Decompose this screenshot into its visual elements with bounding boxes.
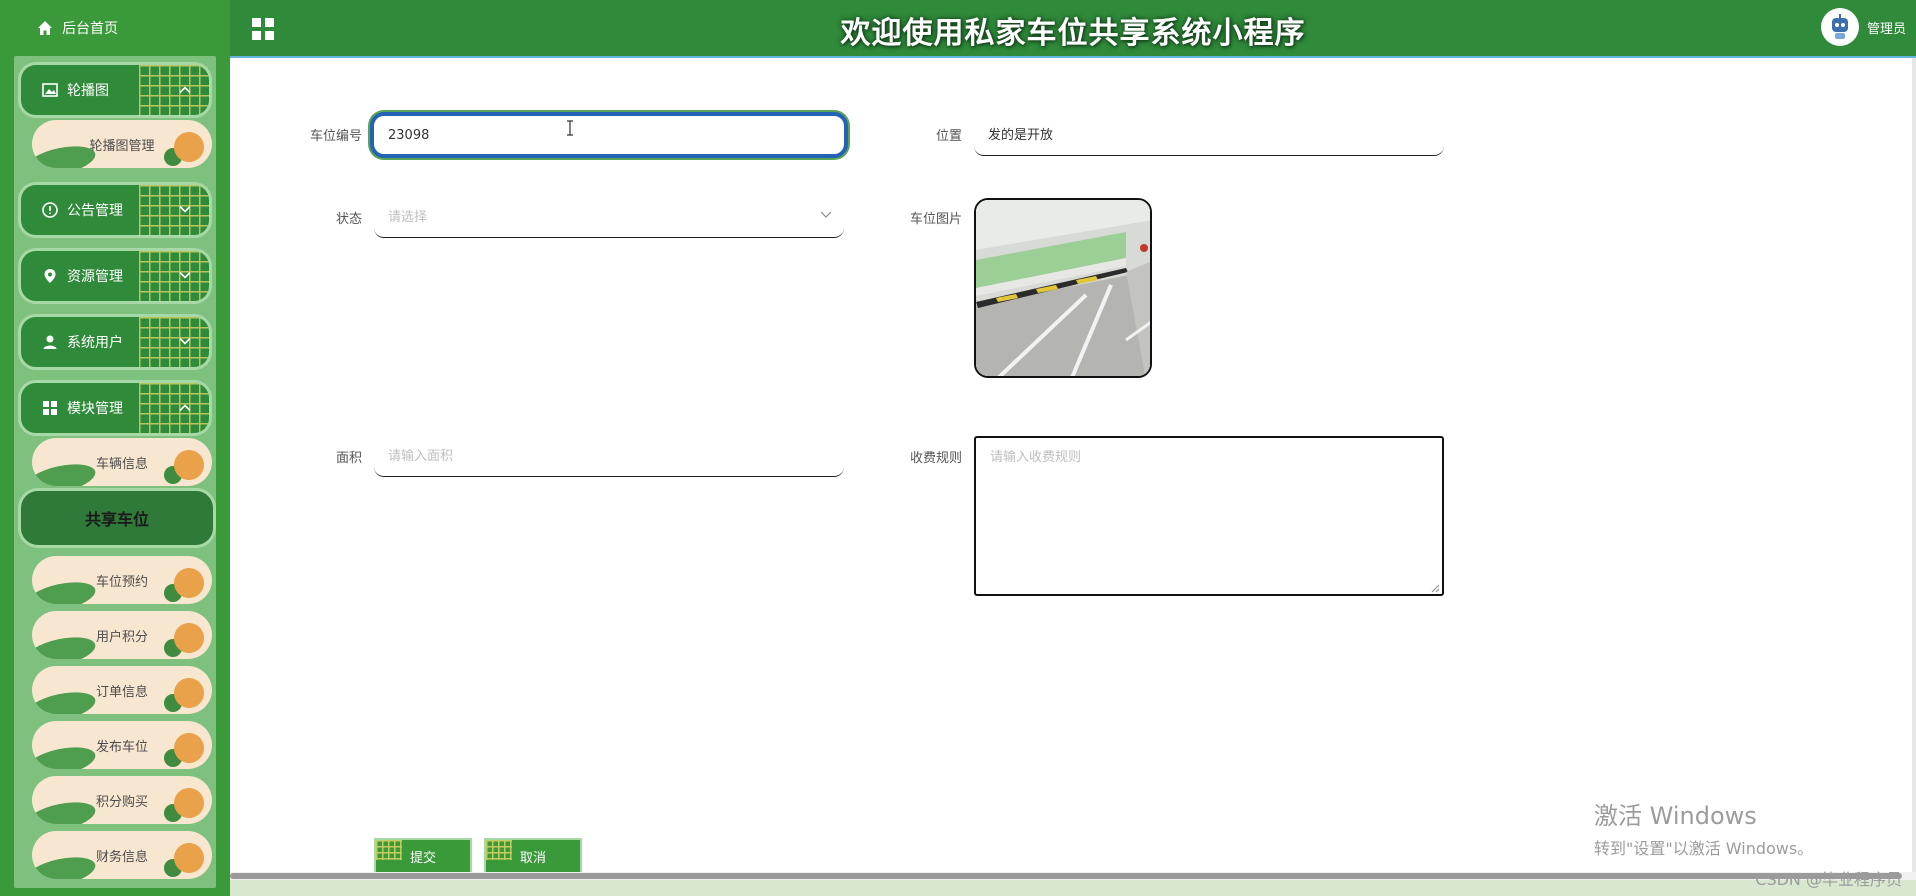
sidebar-group-label: 模块管理 xyxy=(67,401,123,417)
space-number-input[interactable]: 23098 xyxy=(370,112,848,158)
label-space-number: 车位编号 xyxy=(309,129,362,144)
location-input[interactable]: 发的是开放 xyxy=(974,112,1444,156)
sidebar-item-reservations[interactable]: 车位预约 xyxy=(32,556,212,604)
sidebar-group-label: 资源管理 xyxy=(67,269,123,285)
area-input[interactable]: 请输入面积 xyxy=(374,433,844,477)
label-area: 面积 xyxy=(335,451,362,466)
space-image-thumbnail[interactable] xyxy=(974,198,1152,378)
form-area: 车位编号 23098 位置 发的是开放 状态 请选择 车位图片 面积 请输入面积… xyxy=(230,58,1916,896)
sidebar-group-modules[interactable]: 模块管理 xyxy=(18,380,212,436)
resize-grip-icon[interactable] xyxy=(1430,582,1440,593)
status-placeholder: 请选择 xyxy=(388,210,428,225)
chevron-down-icon xyxy=(179,336,191,349)
sidebar-item-label: 发布车位 xyxy=(95,739,148,755)
sidebar-item-label: 共享车位 xyxy=(84,510,149,529)
label-fee-rules: 收费规则 xyxy=(909,451,962,466)
sidebar-group-label: 轮播图 xyxy=(67,83,109,99)
sidebar-item-label: 订单信息 xyxy=(95,684,148,700)
fee-rules-textarea[interactable]: 请输入收费规则 xyxy=(974,436,1444,596)
chevron-down-icon xyxy=(820,208,832,220)
area-placeholder: 请输入面积 xyxy=(388,449,454,464)
cancel-button-label: 取消 xyxy=(519,850,546,866)
label-status: 状态 xyxy=(335,212,362,227)
sidebar-group-label: 公告管理 xyxy=(67,203,123,219)
chevron-down-icon xyxy=(179,204,191,217)
fee-rules-placeholder: 请输入收费规则 xyxy=(990,450,1082,465)
user-icon xyxy=(41,333,59,351)
cancel-button[interactable]: 取消 xyxy=(484,838,582,874)
user-menu[interactable]: 管理员 xyxy=(1820,8,1906,46)
avatar xyxy=(1820,8,1859,46)
sidebar-item-label: 车位预约 xyxy=(95,574,148,590)
space-number-value: 23098 xyxy=(388,127,430,143)
sidebar-item-orders[interactable]: 订单信息 xyxy=(32,666,212,714)
sidebar-group-label: 系统用户 xyxy=(67,335,123,351)
sidebar-item-label: 财务信息 xyxy=(95,849,148,865)
horizontal-scrollbar-thumb[interactable] xyxy=(230,873,1902,879)
page-title: 欢迎使用私家车位共享系统小程序 xyxy=(840,16,1306,51)
home-icon xyxy=(36,19,54,37)
chevron-up-icon xyxy=(179,84,191,97)
sidebar-item-publish-space[interactable]: 发布车位 xyxy=(32,721,212,769)
sidebar-home-label: 后台首页 xyxy=(62,21,118,37)
sidebar-item-shared-spaces[interactable]: 共享车位 xyxy=(18,488,216,548)
image-icon xyxy=(41,81,59,99)
sidebar-group-resources[interactable]: 资源管理 xyxy=(18,248,212,304)
csdn-watermark: CSDN @毕业程序员 xyxy=(1755,870,1902,889)
user-name: 管理员 xyxy=(1866,21,1906,37)
grid-icon xyxy=(41,399,59,417)
sidebar-menu: 轮播图 轮播图管理 公告管理 资源管理 系统用户 模块管理 车辆信息 共享车位 … xyxy=(14,56,216,888)
sidebar-home[interactable]: 后台首页 xyxy=(0,0,230,56)
submit-button-label: 提交 xyxy=(409,850,436,866)
chevron-up-icon xyxy=(179,402,191,415)
sidebar-group-system-users[interactable]: 系统用户 xyxy=(18,314,212,370)
sidebar-item-label: 用户积分 xyxy=(95,629,148,645)
windows-activation-watermark: 激活 Windows 转到"设置"以激活 Windows。 xyxy=(1594,796,1813,859)
label-space-image: 车位图片 xyxy=(909,212,962,227)
sidebar-item-label: 积分购买 xyxy=(95,794,148,810)
sidebar-item-finance[interactable]: 财务信息 xyxy=(32,831,212,879)
sidebar-item-user-points[interactable]: 用户积分 xyxy=(32,611,212,659)
label-location: 位置 xyxy=(935,129,962,144)
watermark-line1: 激活 Windows xyxy=(1594,802,1757,830)
location-value: 发的是开放 xyxy=(988,128,1054,143)
sidebar-item-carousel-manage[interactable]: 轮播图管理 xyxy=(32,120,212,168)
horizontal-scrollbar[interactable] xyxy=(230,872,1916,880)
location-pin-icon xyxy=(41,267,59,285)
status-select[interactable]: 请选择 xyxy=(374,194,844,238)
watermark-line2: 转到"设置"以激活 Windows。 xyxy=(1594,839,1814,858)
sidebar-group-carousel[interactable]: 轮播图 xyxy=(18,62,212,118)
top-header: 欢迎使用私家车位共享系统小程序 管理员 xyxy=(230,0,1916,58)
sidebar: 后台首页 轮播图 轮播图管理 公告管理 资源管理 系统用户 模块管理 车辆信息 … xyxy=(0,0,230,896)
text-cursor-icon xyxy=(566,120,574,136)
sidebar-item-label: 车辆信息 xyxy=(95,456,148,472)
vertical-scrollbar[interactable] xyxy=(1912,58,1916,872)
sidebar-item-points-purchase[interactable]: 积分购买 xyxy=(32,776,212,824)
sidebar-item-vehicles[interactable]: 车辆信息 xyxy=(32,438,212,486)
bottom-decoration xyxy=(230,880,1916,896)
sidebar-item-label: 轮播图管理 xyxy=(89,138,155,154)
info-circle-icon xyxy=(41,201,59,219)
chevron-down-icon xyxy=(179,270,191,283)
submit-button[interactable]: 提交 xyxy=(374,838,472,874)
sidebar-group-notice[interactable]: 公告管理 xyxy=(18,182,212,238)
